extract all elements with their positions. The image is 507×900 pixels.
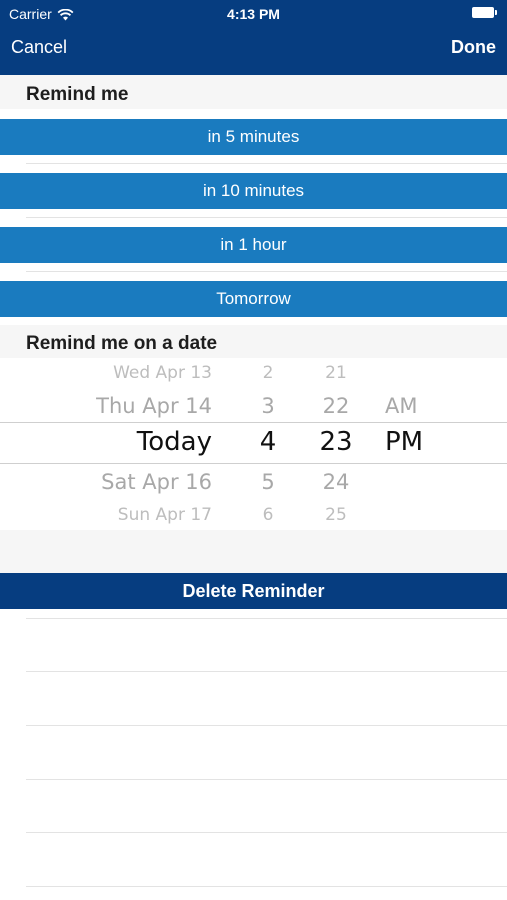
picker-minute-option[interactable]: 24 — [311, 470, 361, 494]
picker-minute-option[interactable]: 22 — [311, 394, 361, 418]
picker-hour-option[interactable]: 2 — [248, 363, 288, 383]
empty-row-separator — [26, 886, 507, 887]
remind-on-date-header: Remind me on a date — [0, 325, 507, 358]
picker-footer-spacer — [0, 530, 507, 573]
picker-minute-selected[interactable]: 23 — [311, 427, 361, 457]
picker-hour-option[interactable]: 6 — [248, 505, 288, 525]
picker-date-option[interactable]: Sun Apr 17 — [40, 505, 212, 525]
picker-date-option[interactable]: Sat Apr 16 — [40, 470, 212, 494]
empty-row-separator — [26, 832, 507, 833]
picker-period-column[interactable]: AM PM — [385, 358, 455, 530]
picker-date-column[interactable]: Wed Apr 13 Thu Apr 14 Today Sat Apr 16 S… — [40, 358, 212, 530]
picker-date-option[interactable]: Thu Apr 14 — [40, 394, 212, 418]
done-button[interactable]: Done — [451, 37, 496, 58]
remind-me-title: Remind me — [26, 84, 129, 105]
empty-row-separator — [26, 671, 507, 672]
picker-hour-column[interactable]: 2 3 4 5 6 — [248, 358, 288, 530]
empty-row-separator — [26, 618, 507, 619]
empty-row-separator — [26, 779, 507, 780]
remind-tomorrow-button[interactable]: Tomorrow — [0, 281, 507, 317]
remind-me-header: Remind me — [0, 75, 507, 109]
separator — [26, 163, 507, 164]
picker-period-option[interactable]: AM — [385, 394, 455, 418]
delete-reminder-button[interactable]: Delete Reminder — [0, 573, 507, 609]
picker-minute-column[interactable]: 21 22 23 24 25 — [311, 358, 361, 530]
cancel-button[interactable]: Cancel — [11, 37, 67, 58]
remind-in-10-minutes-button[interactable]: in 10 minutes — [0, 173, 507, 209]
picker-hour-option[interactable]: 3 — [248, 394, 288, 418]
picker-hour-selected[interactable]: 4 — [248, 427, 288, 457]
remind-on-date-title: Remind me on a date — [26, 333, 218, 354]
picker-hour-option[interactable]: 5 — [248, 470, 288, 494]
empty-row-separator — [26, 725, 507, 726]
separator — [26, 271, 507, 272]
remind-in-1-hour-button[interactable]: in 1 hour — [0, 227, 507, 263]
picker-date-option[interactable]: Wed Apr 13 — [40, 363, 212, 383]
date-time-picker[interactable]: Wed Apr 13 Thu Apr 14 Today Sat Apr 16 S… — [0, 358, 507, 530]
remind-in-5-minutes-button[interactable]: in 5 minutes — [0, 119, 507, 155]
picker-period-selected[interactable]: PM — [385, 427, 455, 457]
picker-date-selected[interactable]: Today — [40, 427, 212, 457]
status-bar: Carrier 4:13 PM — [0, 0, 507, 28]
navigation-bar: Carrier 4:13 PM Cancel Done — [0, 0, 507, 75]
separator — [26, 217, 507, 218]
battery-icon — [472, 7, 498, 18]
picker-minute-option[interactable]: 21 — [311, 363, 361, 383]
status-time: 4:13 PM — [227, 6, 280, 22]
picker-minute-option[interactable]: 25 — [311, 505, 361, 525]
